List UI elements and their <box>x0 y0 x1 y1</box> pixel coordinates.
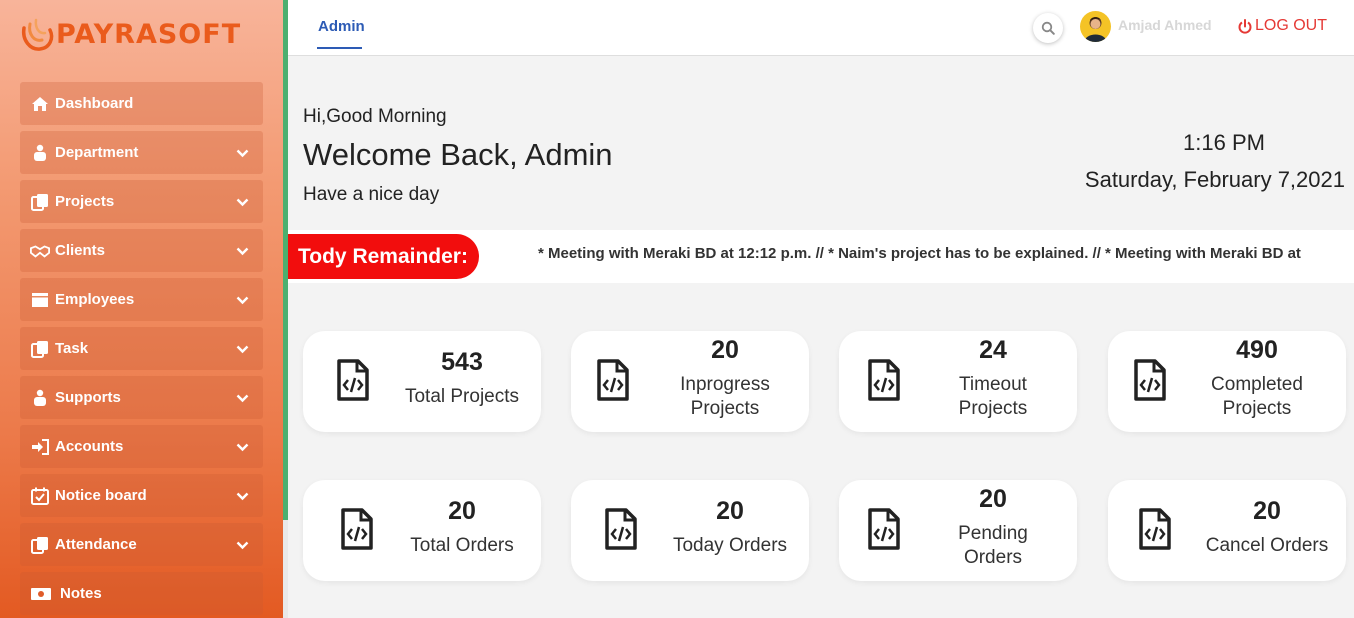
copy-icon <box>30 340 50 358</box>
sidebar-item-notes[interactable]: Notes <box>20 572 263 615</box>
chevron-down-icon <box>236 145 249 162</box>
money-icon <box>30 585 52 603</box>
chevron-down-icon <box>236 341 249 358</box>
reminder-label: Tody Remainder: <box>288 234 479 279</box>
stat-value: 20 <box>716 497 744 525</box>
stat-label: Pending Orders <box>958 523 1028 568</box>
power-icon <box>1238 18 1252 34</box>
clock-date: Saturday, February 7,2021 <box>1084 167 1345 192</box>
clock-time-text: 1:16 PM <box>1183 130 1265 155</box>
copy-icon <box>30 193 50 211</box>
chevron-down-icon <box>236 194 249 211</box>
sidebar-scrollbar-track[interactable] <box>283 520 288 618</box>
sidebar-item-label: Projects <box>55 193 115 210</box>
active-tab-indicator <box>317 47 362 49</box>
users-icon <box>30 144 50 162</box>
page-title: Welcome Back, Admin <box>303 137 613 172</box>
stat-card-total-orders[interactable]: 20 Total Orders <box>303 480 541 581</box>
stat-card-timeout-projects[interactable]: 24 Timeout Projects <box>839 331 1077 432</box>
search-button[interactable] <box>1033 13 1063 43</box>
chevron-down-icon <box>236 439 249 456</box>
stat-label: Timeout Projects <box>958 374 1028 419</box>
chevron-down-icon <box>236 537 249 554</box>
stat-card-pending-orders[interactable]: 20 Pending Orders <box>839 480 1077 581</box>
users-icon <box>30 389 50 407</box>
tab-admin[interactable]: Admin <box>318 18 365 35</box>
stat-card-cancel-orders[interactable]: 20 Cancel Orders <box>1108 480 1346 581</box>
sidebar-item-supports[interactable]: Supports <box>20 376 263 419</box>
file-code-icon <box>596 358 630 407</box>
chevron-down-icon <box>236 243 249 260</box>
clock-time: 1:16 PM <box>1094 130 1294 156</box>
chevron-down-icon <box>236 292 249 309</box>
stat-label: Total Orders <box>410 535 514 556</box>
stat-value: 20 <box>711 336 739 364</box>
stat-value: 543 <box>441 348 483 376</box>
brand-name: PAYRASOFT <box>56 18 242 50</box>
sidebar-nav: Dashboard Department Projects Clients Em… <box>20 82 263 618</box>
stat-card-today-orders[interactable]: 20 Today Orders <box>571 480 809 581</box>
logo-mark-icon <box>18 14 58 54</box>
sidebar-item-label: Supports <box>55 389 121 406</box>
reminder-marquee: * Meeting with Meraki BD at 12:12 p.m. /… <box>538 245 1301 262</box>
stat-value: 490 <box>1236 336 1278 364</box>
sidebar-item-label: Attendance <box>55 536 137 553</box>
stat-value: 24 <box>979 336 1007 364</box>
sidebar: PAYRASOFT Dashboard Department Projects <box>0 0 283 618</box>
sidebar-item-attendance[interactable]: Attendance <box>20 523 263 566</box>
stat-card-total-projects[interactable]: 543 Total Projects <box>303 331 541 432</box>
sidebar-item-label: Notice board <box>55 487 147 504</box>
stat-label: Total Projects <box>404 386 520 407</box>
file-code-icon <box>867 507 901 556</box>
brand-logo[interactable]: PAYRASOFT <box>18 12 241 56</box>
file-code-icon <box>867 358 901 407</box>
stat-label: Today Orders <box>672 535 788 556</box>
handshake-icon <box>30 242 50 260</box>
greeting-salutation: Hi,Good Morning <box>303 106 447 127</box>
user-name[interactable]: Amjad Ahmed <box>1118 17 1212 33</box>
top-bar: Admin Amjad Ahmed LOG OUT <box>288 0 1354 56</box>
sidebar-item-label: Accounts <box>55 438 124 455</box>
sidebar-item-label: Clients <box>55 242 106 259</box>
chevron-down-icon <box>236 488 249 505</box>
file-code-icon <box>1138 507 1172 556</box>
logout-button[interactable]: LOG OUT <box>1238 17 1327 35</box>
file-code-icon <box>340 507 374 556</box>
stat-label: Inprogress Projects <box>680 374 770 419</box>
sidebar-item-label: Task <box>55 340 89 357</box>
calendar-check-icon <box>30 487 50 505</box>
sidebar-item-department[interactable]: Department <box>20 131 263 174</box>
stat-card-inprogress-projects[interactable]: 20 Inprogress Projects <box>571 331 809 432</box>
stat-label: Cancel Orders <box>1205 535 1329 556</box>
sidebar-item-label: Notes <box>60 585 102 602</box>
sidebar-item-label: Dashboard <box>55 95 134 112</box>
chevron-down-icon <box>236 390 249 407</box>
search-icon <box>1041 21 1055 35</box>
greeting-subtitle: Have a nice day <box>303 184 440 205</box>
sidebar-item-label: Department <box>55 144 139 161</box>
stat-value: 20 <box>448 497 476 525</box>
sidebar-item-clients[interactable]: Clients <box>20 229 263 272</box>
copy-icon <box>30 536 50 554</box>
sidebar-item-label: Employees <box>55 291 135 308</box>
logout-label: LOG OUT <box>1255 17 1328 34</box>
stat-value: 20 <box>979 485 1007 513</box>
sidebar-item-task[interactable]: Task <box>20 327 263 370</box>
avatar[interactable] <box>1080 11 1111 42</box>
sidebar-item-accounts[interactable]: Accounts <box>20 425 263 468</box>
sidebar-item-dashboard[interactable]: Dashboard <box>20 82 263 125</box>
file-code-icon <box>336 358 370 407</box>
sidebar-item-notice-board[interactable]: Notice board <box>20 474 263 517</box>
stat-value: 20 <box>1253 497 1281 525</box>
sidebar-item-projects[interactable]: Projects <box>20 180 263 223</box>
stat-label: Completed Projects <box>1211 374 1303 419</box>
archive-icon <box>30 291 50 309</box>
stat-card-completed-projects[interactable]: 490 Completed Projects <box>1108 331 1346 432</box>
sidebar-item-employees[interactable]: Employees <box>20 278 263 321</box>
sign-in-icon <box>30 438 50 456</box>
file-code-icon <box>604 507 638 556</box>
file-code-icon <box>1133 358 1167 407</box>
home-icon <box>30 95 50 113</box>
